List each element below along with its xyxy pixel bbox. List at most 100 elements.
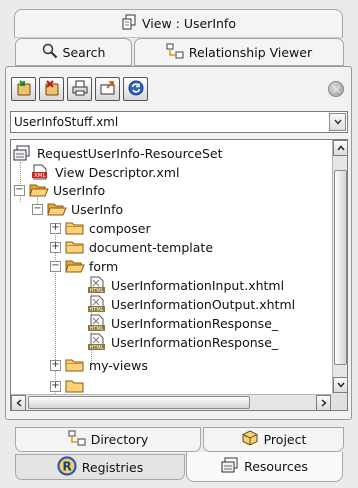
tree-item[interactable]: − UserInfo [32,199,123,219]
print-button[interactable] [67,77,92,101]
vertical-scroll-thumb[interactable] [334,170,347,365]
resource-set-select[interactable]: UserInfoStuff.xml [10,111,348,133]
folder-icon [65,239,85,255]
chevron-down-icon [336,382,345,388]
horizontal-scrollbar[interactable] [11,394,332,410]
expand-icon: + [50,380,61,392]
new-resource-icon [15,79,33,100]
tab-resources-label: Resources [244,459,308,474]
scroll-up-button[interactable] [333,140,347,156]
folder-icon [65,220,85,236]
resource-navigator: UserInfoStuff.xml RequestUserInfo-Resour… [5,66,352,420]
folder-open-icon [47,201,67,217]
folder-open-icon [65,258,85,274]
scroll-right-button[interactable] [316,395,331,410]
tree-item[interactable]: HTML UserInformationResponse_ [87,313,278,333]
collapse-icon[interactable]: − [14,184,25,196]
delete-resource-icon [43,79,61,100]
tree-item-label: RequestUserInfo-ResourceSet [37,145,223,161]
folder-icon [65,357,85,373]
tree-item[interactable]: + document-template [50,237,213,257]
tree-item[interactable]: + composer [50,218,151,238]
resource-tree: RequestUserInfo-ResourceSet XML View Des… [10,139,348,411]
tab-resources[interactable]: Resources [186,452,343,482]
tree-item-label: composer [89,220,151,236]
collapse-icon[interactable]: − [50,260,61,272]
expand-icon[interactable]: + [50,222,61,234]
tab-relationship-label: Relationship Viewer [188,44,313,60]
directory-icon [68,430,86,449]
chevron-down-icon[interactable] [329,113,346,131]
vertical-scrollbar[interactable] [332,140,347,394]
tree-item[interactable]: XML View Descriptor.xml [31,162,179,182]
tree-item-label: my-views [89,357,148,373]
tree-item-label: UserInformationResponse_ [111,334,279,350]
tab-registries-label: Registries [81,459,144,475]
toolbar [11,77,148,101]
tree-item-label: UserInformationResponse_ [111,315,279,331]
collapse-icon[interactable]: − [32,203,43,215]
stop-icon[interactable] [328,81,344,97]
tree-item-label: UserInformationInput.xhtml [111,277,285,293]
resource-set-icon [13,145,33,161]
scroll-left-button[interactable] [11,395,26,410]
tree-item-label: document-template [89,239,214,255]
tab-registries[interactable]: R Registries [15,454,185,480]
chevron-left-icon [15,399,21,407]
xml-file-icon: XML [31,164,51,180]
tree-item[interactable]: + my-views [50,355,148,375]
tree-item[interactable]: HTML UserInformationInput.xhtml [87,275,284,295]
tab-view-userinfo[interactable]: View : UserInfo [14,9,343,38]
view-icon [121,14,137,33]
tab-project[interactable]: Project [203,427,344,452]
tab-view-label: View : UserInfo [142,16,236,31]
xhtml-file-icon: HTML [87,314,107,332]
resources-panel: View : UserInfo Search Relationship View… [0,0,358,488]
tab-relationship-viewer[interactable]: Relationship Viewer [134,38,344,66]
registry-icon: R [57,455,77,479]
scroll-down-button[interactable] [333,377,347,393]
chevron-up-icon [336,145,345,151]
tree-item[interactable]: HTML UserInformationResponse_ [87,332,278,352]
horizontal-scroll-thumb[interactable] [28,396,250,409]
xhtml-file-icon: HTML [87,276,107,294]
project-icon [241,430,259,449]
scrollbar-corner [332,394,347,410]
tree-item-label: UserInfo [53,182,106,198]
tree-item-label: UserInfo [71,201,124,217]
resources-icon [221,457,239,476]
folder-open-icon [29,182,49,198]
tab-search[interactable]: Search [15,38,132,66]
xhtml-file-icon: HTML [87,295,107,313]
tab-directory-label: Directory [90,432,149,447]
tree-item[interactable]: HTML UserInformationOutput.xhtml [87,294,295,314]
tree-item-label: View Descriptor.xml [55,164,180,180]
svg-text:R: R [62,459,71,473]
tree-item[interactable]: − form [50,256,118,276]
xhtml-file-icon: HTML [87,333,107,351]
print-icon [71,79,89,100]
resource-set-value: UserInfoStuff.xml [14,115,119,129]
export-button[interactable] [95,77,120,101]
tab-directory[interactable]: Directory [15,427,201,452]
magnifier-icon [42,43,58,62]
chevron-right-icon [321,399,327,407]
folder-icon [65,378,85,394]
refresh-button[interactable] [123,77,148,101]
new-resource-button[interactable] [11,77,36,101]
tree-item-label: UserInformationOutput.xhtml [111,296,296,312]
expand-icon[interactable]: + [50,359,61,371]
refresh-icon [127,79,145,100]
tree-item-partial: + [50,376,89,396]
svg-text:XML: XML [34,173,47,179]
svg-text:HTML: HTML [90,345,104,351]
tab-search-label: Search [62,44,106,60]
export-icon [99,79,117,100]
tree-item[interactable]: RequestUserInfo-ResourceSet [13,143,223,163]
tree-item-label: form [89,258,119,274]
tree-item[interactable]: − UserInfo [14,180,105,200]
relationship-icon [166,43,184,62]
tab-project-label: Project [263,432,307,447]
delete-resource-button[interactable] [39,77,64,101]
expand-icon[interactable]: + [50,241,61,253]
